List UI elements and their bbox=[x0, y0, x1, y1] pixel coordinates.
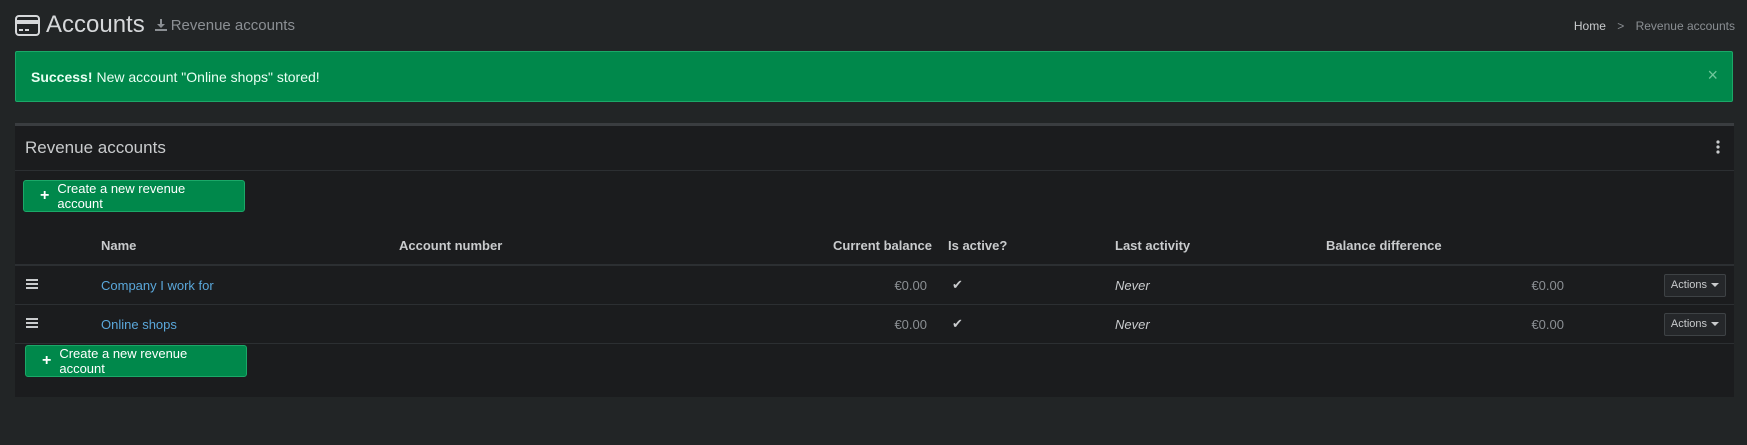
box-header: Revenue accounts bbox=[15, 126, 1734, 171]
current-balance-cell: €0.00 bbox=[706, 265, 932, 305]
current-balance-cell: €0.00 bbox=[706, 304, 932, 344]
actions-dropdown-button[interactable]: Actions bbox=[1663, 312, 1726, 336]
create-revenue-account-button-top[interactable]: + Create a new revenue account bbox=[23, 180, 245, 212]
last-activity-cell: Never bbox=[1115, 265, 1326, 305]
plus-icon: + bbox=[42, 352, 52, 369]
hamburger-icon[interactable] bbox=[26, 316, 38, 330]
column-current-balance[interactable]: Current balance bbox=[706, 227, 932, 266]
account-name-link[interactable]: Company I work for bbox=[101, 278, 214, 293]
breadcrumb-home-link[interactable]: Home bbox=[1574, 19, 1606, 33]
column-is-active[interactable]: Is active? bbox=[932, 227, 1115, 266]
drag-handle-cell bbox=[15, 304, 101, 344]
accounts-table: Name Account number Current balance Is a… bbox=[15, 227, 1734, 344]
column-account-number[interactable]: Account number bbox=[399, 227, 706, 266]
table-header-row: Name Account number Current balance Is a… bbox=[15, 227, 1734, 266]
success-alert: Success! New account "Online shops" stor… bbox=[15, 51, 1733, 102]
column-name[interactable]: Name bbox=[101, 227, 399, 266]
breadcrumb: Home > Revenue accounts bbox=[1574, 19, 1735, 33]
breadcrumb-separator: > bbox=[1617, 19, 1625, 33]
account-name-link[interactable]: Online shops bbox=[101, 317, 177, 332]
create-button-label: Create a new revenue account bbox=[57, 181, 186, 211]
breadcrumb-current: Revenue accounts bbox=[1635, 19, 1735, 33]
column-last-activity[interactable]: Last activity bbox=[1115, 227, 1326, 266]
column-drag bbox=[15, 227, 101, 266]
caret-down-icon bbox=[1711, 322, 1719, 326]
is-active-cell: ✔ bbox=[932, 265, 1115, 305]
actions-label: Actions bbox=[1670, 318, 1707, 330]
create-button-label: Create a new revenue account bbox=[59, 346, 188, 376]
page-header: Accounts Revenue accounts bbox=[15, 10, 295, 40]
actions-cell: Actions bbox=[1564, 265, 1734, 305]
name-cell: Online shops bbox=[101, 304, 399, 344]
actions-cell: Actions bbox=[1564, 304, 1734, 344]
page-subtitle: Revenue accounts bbox=[154, 16, 295, 34]
check-icon: ✔ bbox=[952, 277, 963, 292]
close-icon[interactable]: × bbox=[1707, 66, 1718, 84]
alert-message: New account "Online shops" stored! bbox=[96, 68, 320, 85]
account-number-cell bbox=[399, 304, 706, 344]
column-actions bbox=[1564, 227, 1734, 266]
actions-label: Actions bbox=[1670, 279, 1707, 291]
page-title: Accounts bbox=[46, 11, 145, 38]
drag-handle-cell bbox=[15, 265, 101, 305]
column-balance-difference[interactable]: Balance difference bbox=[1326, 227, 1564, 266]
alert-strong: Success! bbox=[31, 68, 93, 85]
table-row: Company I work for €0.00 ✔ Never €0.00 A… bbox=[15, 265, 1734, 305]
table-row: Online shops €0.00 ✔ Never €0.00 Actions bbox=[15, 304, 1734, 344]
check-icon: ✔ bbox=[952, 316, 963, 331]
last-activity-cell: Never bbox=[1115, 304, 1326, 344]
download-icon bbox=[154, 19, 167, 31]
kebab-menu-icon[interactable] bbox=[1716, 140, 1720, 154]
plus-icon: + bbox=[40, 187, 50, 204]
revenue-accounts-box: Revenue accounts + Create a new revenue … bbox=[15, 123, 1734, 397]
box-title: Revenue accounts bbox=[25, 138, 166, 157]
credit-card-icon bbox=[15, 14, 40, 36]
create-revenue-account-button-bottom[interactable]: + Create a new revenue account bbox=[25, 345, 247, 377]
balance-difference-cell: €0.00 bbox=[1326, 265, 1564, 305]
balance-difference-cell: €0.00 bbox=[1326, 304, 1564, 344]
actions-dropdown-button[interactable]: Actions bbox=[1663, 273, 1726, 297]
account-number-cell bbox=[399, 265, 706, 305]
name-cell: Company I work for bbox=[101, 265, 399, 305]
caret-down-icon bbox=[1711, 283, 1719, 287]
is-active-cell: ✔ bbox=[932, 304, 1115, 344]
hamburger-icon[interactable] bbox=[26, 277, 38, 291]
page-subtitle-text: Revenue accounts bbox=[170, 16, 295, 34]
